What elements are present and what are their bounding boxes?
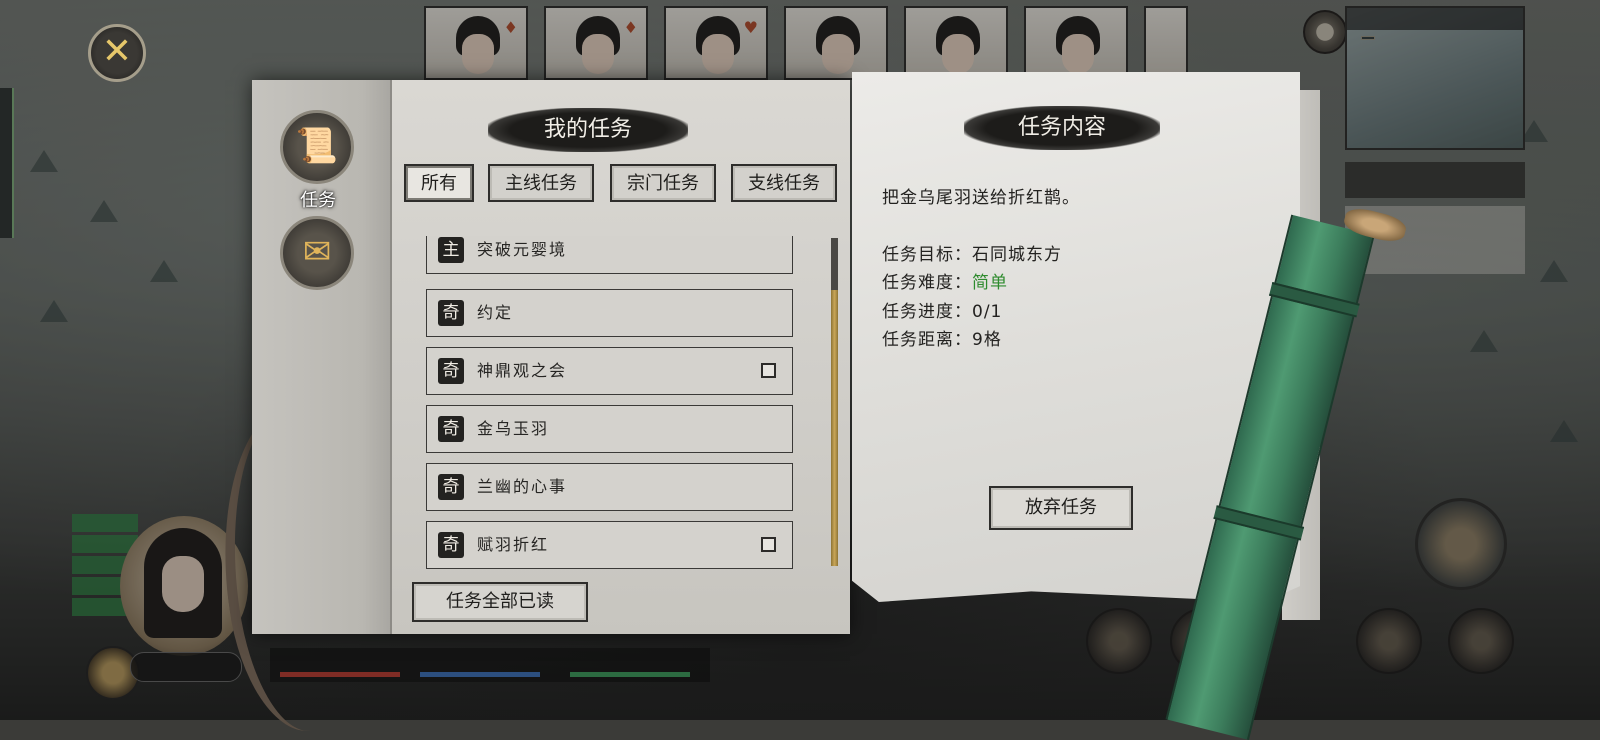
quest-target-value: 石同城东方 (972, 245, 1062, 265)
quest-track-checkbox[interactable] (761, 537, 776, 552)
close-button[interactable]: ✕ (88, 24, 146, 82)
quest-list-item[interactable]: 奇 赋羽折红 (426, 521, 793, 569)
scroll-icon: 📜 (295, 126, 339, 166)
quest-distance-label: 任务距离： (882, 330, 972, 350)
quest-type-badge: 主 (438, 237, 464, 263)
quest-name: 赋羽折红 (477, 535, 550, 554)
quest-list-item[interactable]: 奇 金乌玉羽 (426, 405, 793, 453)
abandon-quest-button[interactable]: 放弃任务 (989, 486, 1133, 530)
quest-type-badge: 奇 (438, 474, 464, 500)
quest-name: 突破元婴境 (477, 240, 568, 259)
quest-nav-label: 任务 (300, 190, 336, 211)
quest-progress-label: 任务进度： (882, 302, 972, 322)
quest-list-scrollbar-thumb[interactable] (831, 290, 838, 566)
filter-tab-main[interactable]: 主线任务 (488, 164, 594, 202)
quest-name: 神鼎观之会 (477, 361, 568, 380)
quest-panel-title: 我的任务 (488, 108, 688, 152)
quest-nav-button[interactable]: 📜 (280, 110, 354, 184)
letter-icon: ✉ (302, 232, 332, 272)
quest-target-label: 任务目标： (882, 245, 972, 265)
quest-difficulty-label: 任务难度： (882, 273, 972, 293)
quest-list-item[interactable]: 奇 兰幽的心事 (426, 463, 793, 511)
quest-name: 金乌玉羽 (477, 419, 550, 438)
quest-progress-row: 任务进度：0/1 (882, 297, 1002, 322)
filter-tab-side[interactable]: 支线任务 (731, 164, 837, 202)
quest-difficulty-row: 任务难度：简单 (882, 268, 1008, 293)
quest-list-item[interactable]: 奇 约定 (426, 289, 793, 337)
quest-target-row: 任务目标：石同城东方 (882, 240, 1062, 265)
filter-tab-sect[interactable]: 宗门任务 (610, 164, 716, 202)
quest-progress-value: 0/1 (972, 302, 1003, 322)
quest-name: 约定 (477, 303, 514, 322)
quest-list-item[interactable]: 主 突破元婴境 (426, 236, 793, 274)
quest-distance-row: 任务距离：9格 (882, 325, 1002, 350)
quest-list-item[interactable]: 奇 神鼎观之会 (426, 347, 793, 395)
quest-type-badge: 奇 (438, 532, 464, 558)
mark-all-read-button[interactable]: 任务全部已读 (412, 582, 588, 622)
letter-nav-button[interactable]: ✉ (280, 216, 354, 290)
quest-type-badge: 奇 (438, 300, 464, 326)
quest-difficulty-value: 简单 (972, 273, 1008, 293)
detail-panel-title: 任务内容 (964, 106, 1160, 150)
quest-distance-value: 9格 (972, 330, 1002, 350)
close-icon: ✕ (101, 31, 133, 72)
quest-list[interactable]: 主 突破元婴境 奇 约定 奇 神鼎观之会 奇 金乌玉羽 奇 兰幽的心事 奇 赋羽… (426, 236, 796, 570)
quest-type-badge: 奇 (438, 358, 464, 384)
quest-type-badge: 奇 (438, 416, 464, 442)
filter-tab-all[interactable]: 所有 (404, 164, 474, 202)
quest-track-checkbox[interactable] (761, 363, 776, 378)
quest-description: 把金乌尾羽送给折红鹊。 (882, 188, 1080, 208)
quest-name: 兰幽的心事 (477, 477, 568, 496)
